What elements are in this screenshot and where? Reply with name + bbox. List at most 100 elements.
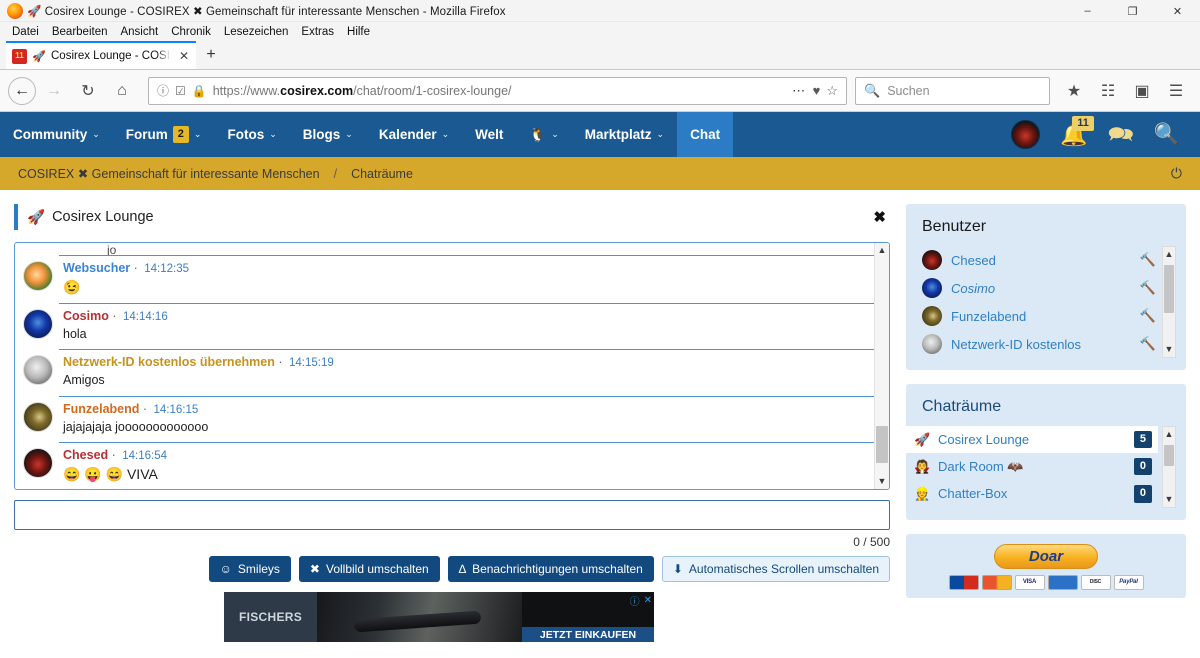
avatar[interactable] <box>922 250 942 270</box>
home-icon[interactable]: ⌂ <box>106 76 138 106</box>
message-author[interactable]: Funzelabend <box>63 402 139 416</box>
scroll-up-icon[interactable]: ▲ <box>1165 247 1174 262</box>
menu-bearbeiten[interactable]: Bearbeiten <box>46 25 114 39</box>
scrollbar-track[interactable] <box>875 258 889 474</box>
close-chat-icon[interactable]: ✖ <box>873 208 886 226</box>
nav-item-welt[interactable]: Welt <box>462 112 516 157</box>
hammer-icon[interactable]: 🔨 <box>1140 308 1156 324</box>
scroll-down-icon[interactable]: ▼ <box>878 474 887 489</box>
room-name[interactable]: Dark Room 🦇 <box>938 459 1126 475</box>
search-bar[interactable]: 🔍 Suchen <box>855 77 1050 105</box>
chat-scrollbar[interactable]: ▲ ▼ <box>874 243 889 489</box>
save-to-pocket-icon[interactable]: ★ <box>1058 76 1090 106</box>
autoscroll-toggle-button[interactable]: ⬇ Automatisches Scrollen umschalten <box>662 556 890 582</box>
scrollbar-thumb[interactable] <box>1164 445 1174 466</box>
user-name[interactable]: Chesed <box>951 253 1131 268</box>
page-info-icon[interactable]: ⓘ <box>157 82 169 99</box>
nav-item-community[interactable]: Community ⌄ <box>0 112 113 157</box>
minimize-button[interactable]: – <box>1065 0 1110 22</box>
back-icon[interactable]: ← <box>8 77 36 105</box>
avatar[interactable] <box>23 261 53 291</box>
user-name[interactable]: Funzelabend <box>951 309 1131 324</box>
ad-info-icon[interactable]: ⓘ <box>630 593 640 608</box>
avatar[interactable] <box>23 402 53 432</box>
browser-tab-cosirex[interactable]: 11 🚀 Cosirex Lounge - COSIREX ✕ <box>6 41 196 69</box>
bookmark-star-icon[interactable]: ☆ <box>826 83 838 99</box>
room-name[interactable]: Chatter-Box <box>938 486 1126 501</box>
message-author[interactable]: Netzwerk-ID kostenlos übernehmen <box>63 355 275 369</box>
donate-button[interactable]: Doar <box>994 544 1098 569</box>
scrollbar-track[interactable] <box>1163 262 1175 342</box>
users-scrollbar[interactable]: ▲ ▼ <box>1162 246 1176 358</box>
avatar[interactable] <box>1011 120 1040 149</box>
nav-item-chat[interactable]: Chat <box>677 112 733 157</box>
avatar[interactable] <box>23 448 53 478</box>
url-bar[interactable]: ⓘ ☑ 🔒 https://www.cosirex.com/chat/room/… <box>148 77 847 105</box>
scroll-up-icon[interactable]: ▲ <box>878 243 887 258</box>
avatar[interactable] <box>922 334 942 354</box>
list-item[interactable]: Netzwerk-ID kostenlos 🔨 <box>916 330 1158 358</box>
search-icon[interactable]: 🔍 <box>1154 124 1180 145</box>
sidebar-icon[interactable]: ▣ <box>1126 76 1158 106</box>
list-item[interactable]: 👷 Chatter-Box 0 <box>906 480 1158 507</box>
list-item[interactable]: 🚀 Cosirex Lounge 5 <box>906 426 1158 453</box>
ad-cta-button[interactable]: JETZT EINKAUFEN <box>522 627 654 642</box>
scroll-up-icon[interactable]: ▲ <box>1165 427 1174 442</box>
avatar[interactable] <box>922 278 942 298</box>
nav-item-marktplatz[interactable]: Marktplatz ⌄ <box>572 112 677 157</box>
ad-close-icon[interactable]: ✕ <box>644 595 652 606</box>
breadcrumb-root[interactable]: COSIREX ✖ Gemeinschaft für interessante … <box>18 166 320 181</box>
forward-icon[interactable]: → <box>38 76 70 106</box>
messages-icon[interactable]: 🗪 <box>1108 124 1134 145</box>
fullscreen-toggle-button[interactable]: ✖ Vollbild umschalten <box>299 556 440 582</box>
list-item[interactable]: Cosimo 🔨 <box>916 274 1158 302</box>
nav-item-fotos[interactable]: Fotos ⌄ <box>214 112 289 157</box>
reload-icon[interactable]: ↻ <box>72 76 104 106</box>
chat-message-input[interactable] <box>14 500 890 530</box>
menu-hilfe[interactable]: Hilfe <box>341 25 376 39</box>
room-name[interactable]: Cosirex Lounge <box>938 432 1126 447</box>
avatar[interactable] <box>23 309 53 339</box>
avatar[interactable] <box>23 355 53 385</box>
close-icon[interactable]: ✕ <box>176 49 192 63</box>
advertisement-banner[interactable]: FISCHERS ⓘ ✕ JETZT EINKAUFEN <box>224 592 654 642</box>
scroll-down-icon[interactable]: ▼ <box>1165 492 1174 507</box>
menu-chronik[interactable]: Chronik <box>165 25 217 39</box>
nav-item-kalender[interactable]: Kalender ⌄ <box>366 112 462 157</box>
scrollbar-track[interactable] <box>1163 442 1175 492</box>
pocket-icon[interactable]: ♥ <box>813 83 821 98</box>
maximize-button[interactable]: ❐ <box>1110 0 1155 22</box>
message-author[interactable]: Websucher <box>63 261 130 275</box>
message-author[interactable]: Chesed <box>63 448 108 462</box>
hammer-icon[interactable]: 🔨 <box>1140 280 1156 296</box>
new-tab-button[interactable]: + <box>196 41 226 69</box>
menu-datei[interactable]: Datei <box>6 25 45 39</box>
scrollbar-thumb[interactable] <box>1164 265 1174 313</box>
menu-extras[interactable]: Extras <box>295 25 340 39</box>
hammer-icon[interactable]: 🔨 <box>1140 336 1156 352</box>
page-actions-icon[interactable]: ⋯ <box>792 83 807 99</box>
nav-item-blogs[interactable]: Blogs ⌄ <box>290 112 366 157</box>
smileys-button[interactable]: ☺ Smileys <box>209 556 291 582</box>
close-window-button[interactable]: ✕ <box>1155 0 1200 22</box>
message-author[interactable]: Cosimo <box>63 309 109 323</box>
library-icon[interactable]: ☷ <box>1092 76 1124 106</box>
scrollbar-thumb[interactable] <box>876 426 888 463</box>
tracking-protection-icon[interactable]: ☑ <box>175 84 186 98</box>
menu-ansicht[interactable]: Ansicht <box>114 25 164 39</box>
menu-lesezeichen[interactable]: Lesezeichen <box>218 25 295 39</box>
power-icon[interactable]: ⏻ <box>1171 165 1182 182</box>
nav-item-penguin[interactable]: 🐧 ⌄ <box>516 112 571 157</box>
list-item[interactable]: Chesed 🔨 <box>916 246 1158 274</box>
avatar[interactable] <box>922 306 942 326</box>
rooms-scrollbar[interactable]: ▲ ▼ <box>1162 426 1176 508</box>
breadcrumb-current[interactable]: Chaträume <box>351 167 413 181</box>
list-item[interactable]: Funzelabend 🔨 <box>916 302 1158 330</box>
user-name[interactable]: Netzwerk-ID kostenlos <box>951 337 1131 352</box>
nav-item-forum[interactable]: Forum 2 ⌄ <box>113 112 215 157</box>
notifications-button[interactable]: 🔔 11 <box>1060 124 1087 146</box>
hamburger-menu-icon[interactable]: ☰ <box>1160 76 1192 106</box>
user-name[interactable]: Cosimo <box>951 281 1131 296</box>
notifications-toggle-button[interactable]: ∆ Benachrichtigungen umschalten <box>448 556 654 582</box>
scroll-down-icon[interactable]: ▼ <box>1165 342 1174 357</box>
